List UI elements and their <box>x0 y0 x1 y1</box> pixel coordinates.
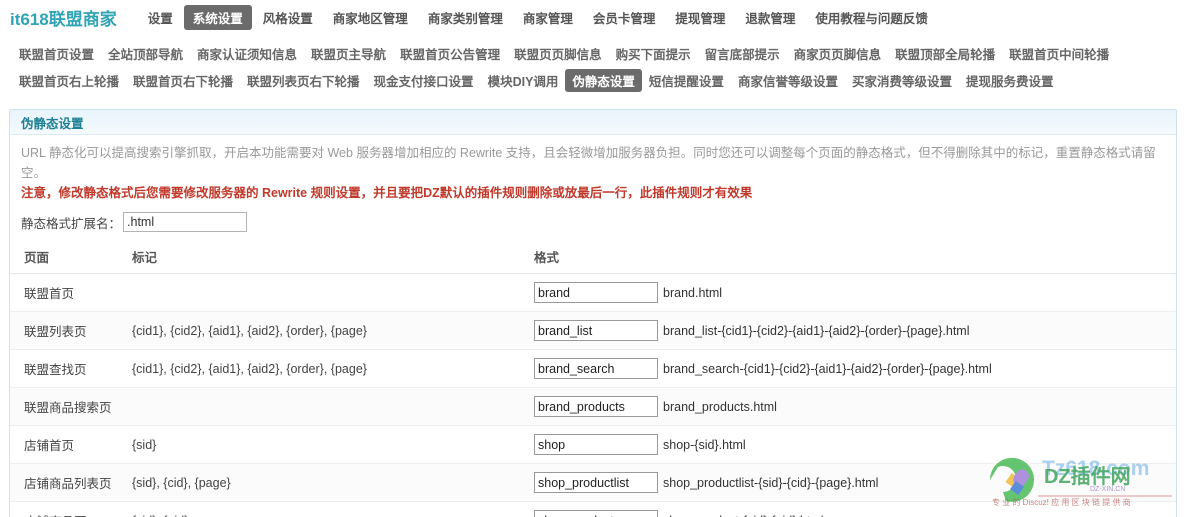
extension-label: 静态格式扩展名： <box>21 216 122 231</box>
table-head: 页面 标记 格式 <box>10 241 1176 274</box>
format-preview-5: shop_productlist-{sid}-{cid}-{page}.html <box>663 475 879 490</box>
extension-field-row: 静态格式扩展名： <box>10 205 1176 241</box>
sub-nav-item-0-1[interactable]: 全站顶部导航 <box>101 42 190 65</box>
cell-page-name: 店铺商品列表页 <box>10 463 132 502</box>
cell-markers: {cid1}, {cid2}, {aid1}, {aid2}, {order},… <box>132 349 534 388</box>
format-input-4[interactable] <box>534 434 658 455</box>
cell-page-name: 联盟列表页 <box>10 311 132 350</box>
format-input-2[interactable] <box>534 358 658 379</box>
table-header-row: 页面 标记 格式 <box>10 241 1176 274</box>
cell-format: shop_productlist-{sid}-{cid}-{page}.html <box>534 463 1176 502</box>
cell-format: shop-{sid}.html <box>534 425 1176 464</box>
sub-nav-item-0-9[interactable]: 联盟顶部全局轮播 <box>888 42 1002 65</box>
sub-nav-item-0-4[interactable]: 联盟首页公告管理 <box>393 42 507 65</box>
format-input-1[interactable] <box>534 320 658 341</box>
top-nav-item-5[interactable]: 商家管理 <box>514 5 582 30</box>
format-preview-0: brand.html <box>663 285 723 300</box>
table-row: 联盟列表页 {cid1}, {cid2}, {aid1}, {aid2}, {or… <box>10 311 1176 350</box>
cell-format: brand_search-{cid1}-{cid2}-{aid1}-{aid2}… <box>534 349 1176 388</box>
cell-format: brand.html <box>534 273 1176 312</box>
panel-body: URL 静态化可以提高搜索引擎抓取，开启本功能需要对 Web 服务器增加相应的 … <box>10 135 1176 517</box>
sub-nav-item-0-8[interactable]: 商家页页脚信息 <box>787 42 889 65</box>
cell-page-name: 联盟商品搜索页 <box>10 387 132 426</box>
format-preview-3: brand_products.html <box>663 399 777 414</box>
sub-nav-item-1-8[interactable]: 买家消费等级设置 <box>845 69 959 92</box>
sub-nav-item-1-1[interactable]: 联盟首页右下轮播 <box>126 69 240 92</box>
sub-nav-item-0-3[interactable]: 联盟页主导航 <box>304 42 393 65</box>
top-nav-items: 设置 系统设置 风格设置 商家地区管理 商家类别管理 商家管理 会员卡管理 提现管理 退款管理使… <box>139 5 939 30</box>
cell-markers: {cid1}, {cid2}, {aid1}, {aid2}, {order},… <box>132 311 534 350</box>
sub-nav-row-1: 联盟首页设置 全站顶部导航 商家认证须知信息 联盟页主导航 联盟首页公告管理 联盟页页脚信… <box>12 42 1174 65</box>
cell-page-name: 联盟查找页 <box>10 349 132 388</box>
column-header-format: 格式 <box>534 241 1176 274</box>
top-nav-item-8[interactable]: 退款管理 <box>736 5 804 30</box>
cell-page-name: 联盟首页 <box>10 273 132 312</box>
sub-nav-item-0-6[interactable]: 购买下面提示 <box>609 42 698 65</box>
cell-markers: {sid}, {pid} <box>132 501 534 517</box>
table-row: 店铺商品页{sid}, {pid} shop_product-{sid}-{pid… <box>10 501 1176 517</box>
table-row: 店铺商品列表页 {sid}, {cid}, {page} shop_productl… <box>10 463 1176 502</box>
top-nav-item-6[interactable]: 会员卡管理 <box>584 5 665 30</box>
site-logo[interactable]: it618联盟商家 <box>10 5 117 30</box>
panel-header: 伪静态设置 <box>10 110 1176 135</box>
sub-nav-item-1-5[interactable]: 伪静态设置 <box>565 69 642 92</box>
top-navigation-bar: it618联盟商家 设置 系统设置 风格设置 商家地区管理 商家类别管理 商家管理 会员卡管… <box>0 0 1186 36</box>
sub-nav-item-0-0[interactable]: 联盟首页设置 <box>12 42 101 65</box>
cell-markers: {sid} <box>132 425 534 464</box>
sub-navigation: 联盟首页设置 全站顶部导航 商家认证须知信息 联盟页主导航 联盟首页公告管理 联盟页页脚信… <box>0 36 1186 100</box>
format-preview-2: brand_search-{cid1}-{cid2}-{aid1}-{aid2}… <box>663 361 992 376</box>
column-header-page: 页面 <box>10 241 132 274</box>
format-input-5[interactable] <box>534 472 658 493</box>
table-body: 联盟首页 brand.html 联盟列表页{cid1}, {cid2}, {aid1… <box>10 273 1176 517</box>
cell-format: brand_list-{cid1}-{cid2}-{aid1}-{aid2}-{… <box>534 311 1176 350</box>
cell-format: shop_product-{sid}-{pid}.html <box>534 501 1176 517</box>
table-row: 联盟查找页 {cid1}, {cid2}, {aid1}, {aid2}, {or… <box>10 349 1176 388</box>
panel-title: 伪静态设置 <box>21 116 84 131</box>
cell-page-name: 店铺首页 <box>10 425 132 464</box>
sub-nav-item-0-10[interactable]: 联盟首页中间轮播 <box>1002 42 1116 65</box>
cell-format: brand_products.html <box>534 387 1176 426</box>
format-input-3[interactable] <box>534 396 658 417</box>
top-nav-item-1[interactable]: 系统设置 <box>183 5 252 30</box>
column-header-mark: 标记 <box>132 241 534 274</box>
top-nav-item-4[interactable]: 商家类别管理 <box>419 5 512 30</box>
sub-nav-item-0-2[interactable]: 商家认证须知信息 <box>190 42 304 65</box>
table-row: 店铺首页{sid} shop-{sid}.html <box>10 425 1176 464</box>
table-row: 联盟商品搜索页 brand_products.html <box>10 387 1176 426</box>
format-input-6[interactable] <box>534 510 658 517</box>
format-preview-4: shop-{sid}.html <box>663 437 746 452</box>
rewrite-format-table: 页面 标记 格式 联盟首页 brand.html 联盟列表页{cid1}, {cid… <box>10 241 1176 517</box>
format-preview-6: shop_product-{sid}-{pid}.html <box>663 514 824 517</box>
notice-block: URL 静态化可以提高搜索引擎抓取，开启本功能需要对 Web 服务器增加相应的 … <box>10 135 1176 205</box>
notice-warning: 注意，修改静态格式后您需要修改服务器的 Rewrite 规则设置，并且要把DZ默… <box>21 186 753 200</box>
top-nav-item-0[interactable]: 设置 <box>139 5 182 30</box>
format-preview-1: brand_list-{cid1}-{cid2}-{aid1}-{aid2}-{… <box>663 323 970 338</box>
settings-panel: 伪静态设置 URL 静态化可以提高搜索引擎抓取，开启本功能需要对 Web 服务器… <box>9 109 1177 517</box>
sub-nav-item-0-5[interactable]: 联盟页页脚信息 <box>507 42 609 65</box>
cell-markers <box>132 387 534 426</box>
sub-nav-item-1-9[interactable]: 提现服务费设置 <box>959 69 1061 92</box>
top-nav-item-7[interactable]: 提现管理 <box>666 5 734 30</box>
notice-description: URL 静态化可以提高搜索引擎抓取，开启本功能需要对 Web 服务器增加相应的 … <box>21 146 1156 180</box>
format-input-0[interactable] <box>534 282 658 303</box>
cell-markers <box>132 273 534 312</box>
top-nav-item-9[interactable]: 使用教程与问题反馈 <box>806 5 937 30</box>
sub-nav-row-2: 联盟首页右上轮播 联盟首页右下轮播 联盟列表页右下轮播 现金支付接口设置 模块DIY调用… <box>12 69 1174 92</box>
top-nav-item-3[interactable]: 商家地区管理 <box>324 5 417 30</box>
sub-nav-item-1-7[interactable]: 商家信誉等级设置 <box>731 69 845 92</box>
sub-nav-item-1-3[interactable]: 现金支付接口设置 <box>367 69 481 92</box>
cell-markers: {sid}, {cid}, {page} <box>132 463 534 502</box>
table-row: 联盟首页 brand.html <box>10 273 1176 312</box>
sub-nav-item-1-4[interactable]: 模块DIY调用 <box>481 69 566 92</box>
extension-input[interactable] <box>123 212 248 232</box>
sub-nav-item-0-7[interactable]: 留言底部提示 <box>698 42 787 65</box>
top-nav-item-2[interactable]: 风格设置 <box>254 5 322 30</box>
sub-nav-item-1-0[interactable]: 联盟首页右上轮播 <box>12 69 126 92</box>
sub-nav-item-1-2[interactable]: 联盟列表页右下轮播 <box>240 69 367 92</box>
sub-nav-item-1-6[interactable]: 短信提醒设置 <box>642 69 731 92</box>
cell-page-name: 店铺商品页 <box>10 501 132 517</box>
